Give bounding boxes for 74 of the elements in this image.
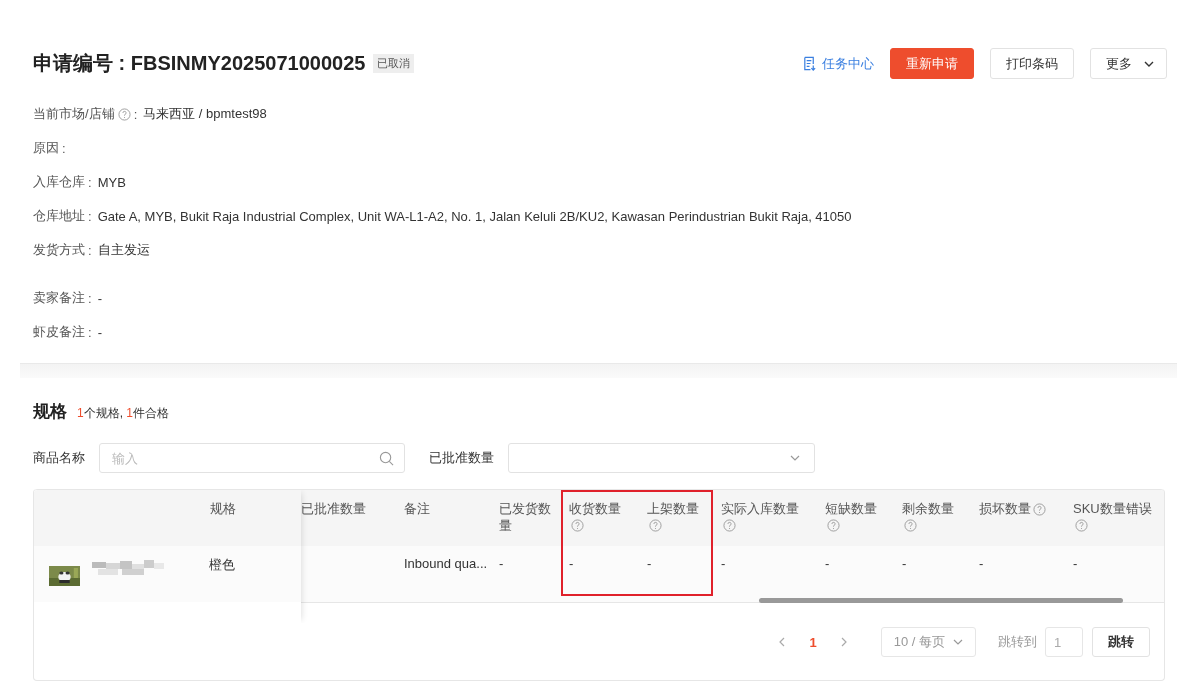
help-icon [117, 107, 131, 121]
chevron-down-icon [953, 639, 963, 645]
search-icon [379, 451, 394, 466]
column-header: 收货数量 [569, 500, 621, 517]
table-cell: Inbound qua... [404, 556, 488, 571]
filter-label: 商品名称 [33, 449, 85, 467]
spec-summary: 1个规格, 1件合格 [77, 405, 170, 422]
status-tag: 已取消 [373, 54, 415, 73]
quantity-select[interactable] [508, 443, 815, 473]
field-label: 入库仓库 [33, 173, 85, 191]
document-icon [802, 56, 817, 71]
table-cell: - [825, 556, 830, 571]
scrollbar[interactable] [759, 598, 1123, 603]
colon: : [88, 242, 92, 258]
table-cell: - [979, 556, 984, 571]
field-label: 虾皮备注 [33, 323, 85, 341]
colon: : [88, 324, 92, 340]
help-icon [1075, 519, 1088, 532]
page-size-select[interactable]: 10 / 每页 [880, 627, 976, 657]
section-title: 规格 [33, 401, 67, 423]
more-button[interactable]: 更多 [1090, 48, 1167, 79]
filter-label: 已批准数量 [429, 449, 494, 467]
column-header: 损坏数量 [979, 500, 1031, 517]
table-cell: - [902, 556, 907, 571]
page-input[interactable]: 1 [1045, 627, 1083, 657]
table-cell: - [721, 556, 726, 571]
field-value: 自主发运 [97, 241, 150, 259]
help-icon [1033, 503, 1046, 516]
column-header: 短缺数量 [825, 500, 877, 517]
field-label: 当前市场/店铺 [33, 105, 115, 123]
table-cell: 橙色 [209, 556, 235, 574]
field-label: 原因 [33, 139, 59, 157]
jump-button[interactable]: 跳转 [1092, 627, 1150, 657]
jump-label: 跳转到 [998, 633, 1037, 651]
previous-page-icon[interactable] [779, 637, 786, 647]
page-number[interactable]: 1 [809, 634, 817, 650]
reapply-button[interactable]: 重新申请 [890, 48, 974, 79]
field-label: 发货方式 [33, 241, 85, 259]
column-header: 已批准数量 [301, 500, 366, 517]
help-icon [649, 519, 662, 532]
field-label: 卖家备注 [33, 289, 85, 307]
colon: : [88, 174, 92, 190]
next-page-icon[interactable] [840, 637, 847, 647]
print-barcode-button[interactable]: 打印条码 [990, 48, 1074, 79]
colon: : [88, 208, 92, 224]
column-header: 规格 [210, 500, 236, 518]
help-icon [723, 519, 736, 532]
help-icon [571, 519, 584, 532]
help-icon [827, 519, 840, 532]
table-cell: - [569, 556, 574, 571]
request-title: 申请编号 : FBSINMY2025071000025 [33, 51, 366, 76]
column-header: SKU数量错误 [1073, 500, 1152, 517]
column-header: 实际入库数量 [721, 500, 799, 517]
field-value: 马来西亚 / bpmtest98 [143, 105, 267, 123]
colon: : [88, 290, 92, 306]
colon: : [62, 140, 66, 156]
table-cell: - [499, 556, 504, 571]
table-cell: - [1073, 556, 1078, 571]
search-field[interactable]: 输入 [99, 443, 405, 473]
column-header: 剩余数量 [902, 500, 954, 517]
field-label: 仓库地址 [33, 207, 85, 225]
column-header: 已发货数量 [499, 500, 552, 534]
chevron-down-icon [1144, 60, 1154, 67]
table-cell: - [647, 556, 652, 571]
colon: : [133, 106, 138, 122]
task-center-link[interactable]: 任务中心 [802, 54, 874, 73]
column-header: 上架数量 [647, 500, 699, 517]
column-header: 备注 [404, 500, 430, 517]
field-value: MYB [97, 174, 126, 190]
field-value: - [97, 324, 102, 340]
chevron-down-icon [790, 455, 800, 461]
field-value: Gate A, MYB, Bukit Raja Industrial Complex, Unit WA-L1-A2, No. 1, Jalan Keluli 2B/KU2, Kawasan Perindustrian Bukit Raja, 41050 [97, 208, 852, 224]
help-icon [904, 519, 917, 532]
field-value: - [97, 290, 102, 306]
